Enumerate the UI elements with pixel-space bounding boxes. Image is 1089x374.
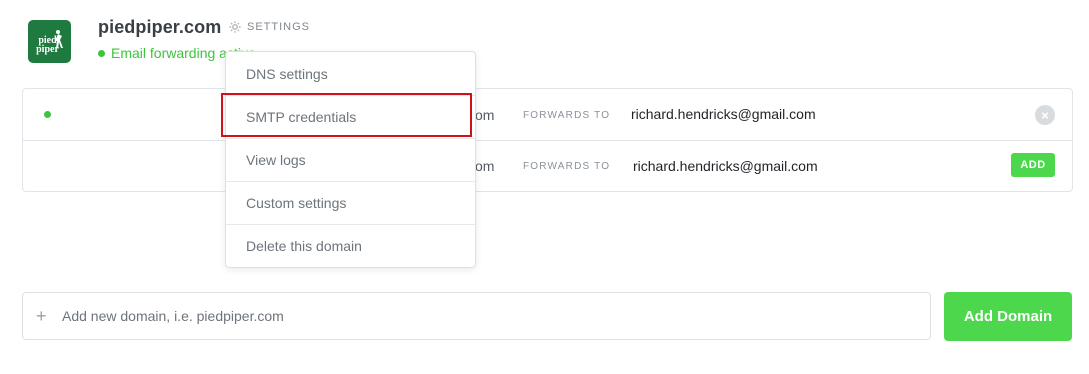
forwarding-table: om FORWARDS TO richard.hendricks@gmail.c… [22, 88, 1073, 192]
menu-item-custom-settings[interactable]: Custom settings [226, 181, 475, 224]
plus-icon: + [36, 306, 47, 326]
settings-dropdown-menu: DNS settings SMTP credentials View logs … [225, 51, 476, 268]
row-status-dot [44, 111, 51, 118]
forwards-to-label: FORWARDS TO [523, 110, 611, 121]
alias-address: om [475, 158, 495, 174]
menu-item-delete-domain[interactable]: Delete this domain [226, 224, 475, 267]
add-domain-field[interactable]: + [22, 292, 931, 340]
status-dot [98, 49, 105, 57]
table-row: om FORWARDS TO richard.hendricks@gmail.c… [23, 141, 1072, 191]
remove-forward-button[interactable]: × [1035, 105, 1055, 125]
gear-icon [229, 21, 241, 33]
menu-item-dns-settings[interactable]: DNS settings [226, 52, 475, 95]
pied-piper-logo: pied piper [28, 20, 71, 63]
table-row: om FORWARDS TO richard.hendricks@gmail.c… [23, 89, 1072, 141]
forwards-to-label: FORWARDS TO [523, 161, 611, 172]
close-icon: × [1041, 107, 1049, 123]
settings-button[interactable]: SETTINGS [228, 20, 310, 34]
add-forward-button[interactable]: ADD [1011, 153, 1055, 177]
domain-title: piedpiper.com [98, 17, 222, 37]
menu-item-view-logs[interactable]: View logs [226, 138, 475, 181]
domain-page: pied piper piedpiper.com SETTINGS Email … [0, 0, 1089, 374]
alias-address: om [475, 107, 495, 123]
settings-label: SETTINGS [247, 21, 311, 33]
destination-email: richard.hendricks@gmail.com [631, 106, 816, 122]
menu-item-smtp-credentials[interactable]: SMTP credentials [226, 95, 475, 138]
destination-email: richard.hendricks@gmail.com [633, 158, 818, 174]
add-domain-button[interactable]: Add Domain [944, 292, 1072, 341]
piper-figure-icon [55, 30, 63, 48]
add-domain-input[interactable] [60, 307, 904, 325]
